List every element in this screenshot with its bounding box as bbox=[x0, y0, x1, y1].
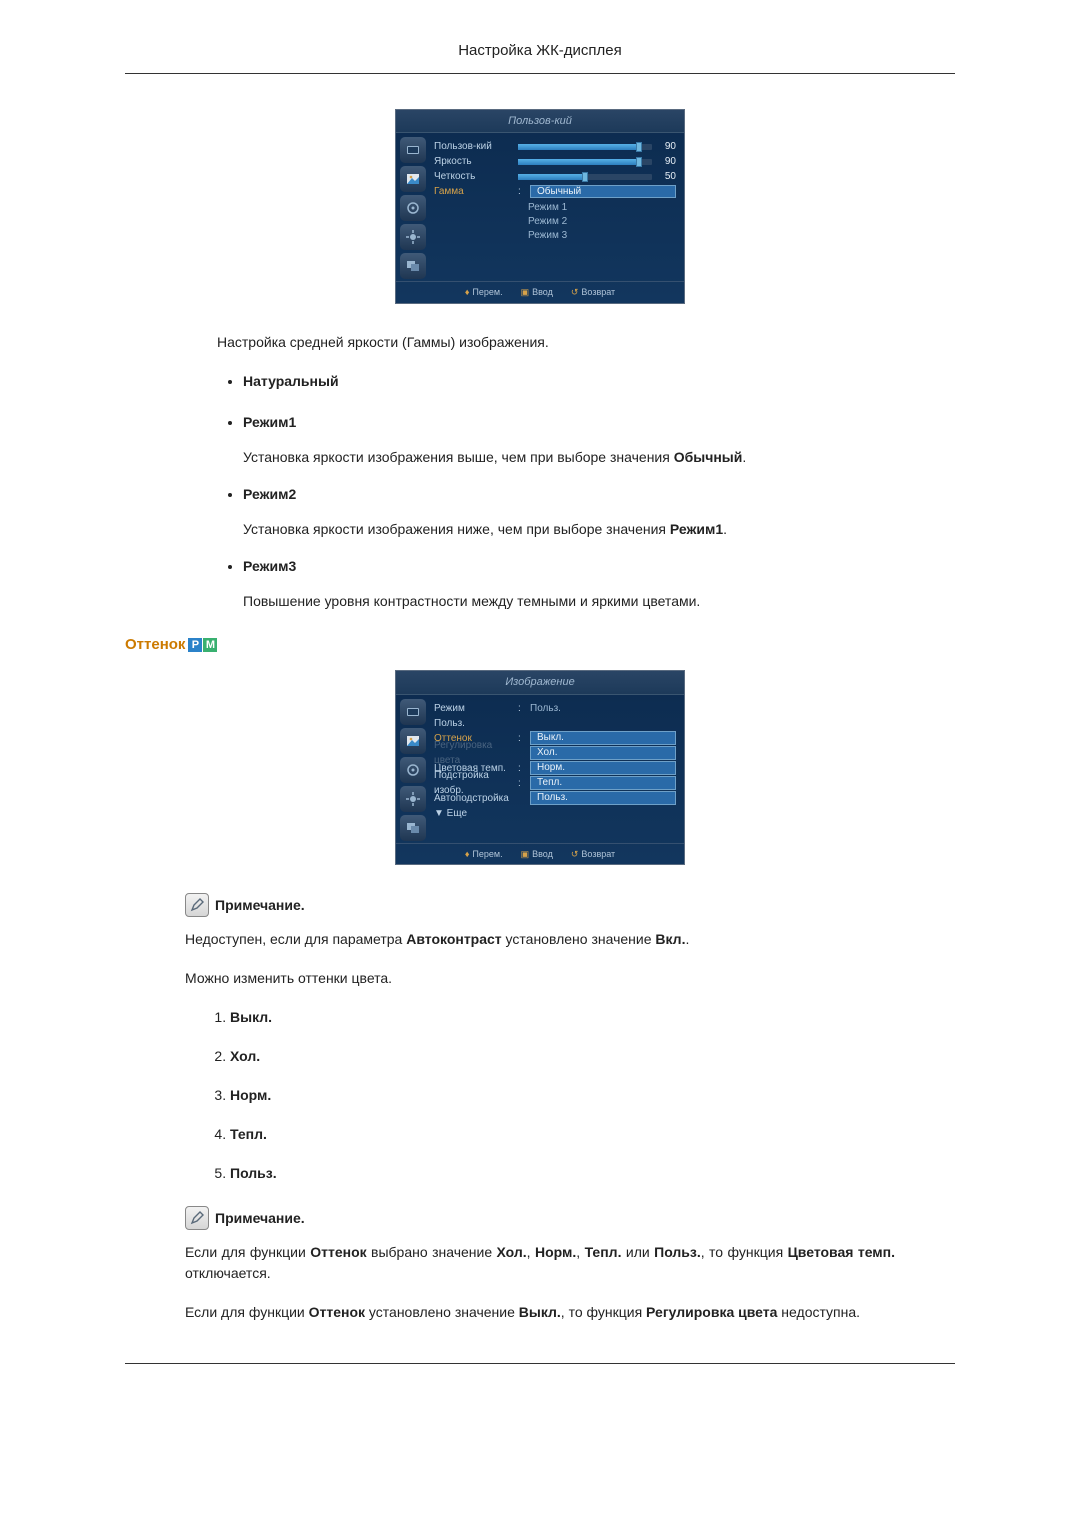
input-icon bbox=[400, 137, 426, 163]
note-1: Примечание. bbox=[185, 893, 955, 917]
footer-rule bbox=[125, 1363, 955, 1364]
setup-icon bbox=[400, 786, 426, 812]
list-item: Польз. bbox=[230, 1163, 955, 1184]
sound-icon bbox=[400, 195, 426, 221]
osd1-row-gamma: Гамма : Обычный bbox=[434, 184, 676, 199]
section-tint-heading: Оттенок P M bbox=[125, 634, 955, 657]
osd2-row-more: ▼ Еще bbox=[434, 806, 676, 821]
osd1-gamma-options: Режим 1 Режим 2 Режим 3 bbox=[522, 200, 676, 242]
page-title: Настройка ЖК-дисплея bbox=[125, 40, 955, 74]
bullet-mode1: Режим1 Установка яркости изображения выш… bbox=[243, 412, 955, 468]
multi-icon bbox=[400, 815, 426, 841]
osd2-row-mode: Режим : Польз. bbox=[434, 701, 676, 716]
multi-icon bbox=[400, 253, 426, 279]
bullet-mode3: Режим3 Повышение уровня контрастности ме… bbox=[243, 556, 955, 612]
osd1-row-sharpness: Четкость 50 bbox=[434, 169, 676, 184]
osd2-row-custom: Польз. bbox=[434, 716, 676, 731]
list-item: Норм. bbox=[230, 1085, 955, 1106]
tint-options-list: Выкл. Хол. Норм. Тепл. Польз. bbox=[210, 1007, 955, 1184]
list-item: Выкл. bbox=[230, 1007, 955, 1028]
list-item: Хол. bbox=[230, 1046, 955, 1067]
osd2-sidebar-icons bbox=[396, 695, 430, 843]
m-badge-icon: M bbox=[203, 638, 217, 652]
osd2-header: Изображение bbox=[396, 671, 684, 695]
note1-text: Недоступен, если для параметра Автоконтр… bbox=[185, 929, 895, 950]
picture-icon bbox=[400, 166, 426, 192]
osd2-footer: ♦Перем. ▣Ввод ↺Возврат bbox=[396, 843, 684, 865]
input-icon bbox=[400, 699, 426, 725]
setup-icon bbox=[400, 224, 426, 250]
osd1-header: Пользов-кий bbox=[396, 110, 684, 134]
sound-icon bbox=[400, 757, 426, 783]
note-2: Примечание. bbox=[185, 1206, 955, 1230]
gamma-intro-text: Настройка средней яркости (Гаммы) изобра… bbox=[217, 332, 955, 353]
note2-p2: Если для функции Оттенок установлено зна… bbox=[185, 1302, 895, 1323]
list-item: Тепл. bbox=[230, 1124, 955, 1145]
note-icon bbox=[185, 893, 209, 917]
osd1-row-custom: Пользов-кий 90 bbox=[434, 139, 676, 154]
p-badge-icon: P bbox=[188, 638, 202, 652]
osd-image-screenshot: Изображение Режим : Польз. Польз. Оттено… bbox=[395, 670, 685, 865]
pm-badges: P M bbox=[188, 638, 217, 652]
osd2-row-autoadj: Автоподстройка Польз. bbox=[434, 791, 676, 806]
note-icon bbox=[185, 1206, 209, 1230]
osd1-row-brightness: Яркость 90 bbox=[434, 154, 676, 169]
bullet-mode2: Режим2 Установка яркости изображения ниж… bbox=[243, 484, 955, 540]
osd1-sidebar-icons bbox=[396, 133, 430, 281]
tint-desc: Можно изменить оттенки цвета. bbox=[185, 968, 895, 989]
osd1-footer: ♦Перем. ▣Ввод ↺Возврат bbox=[396, 281, 684, 303]
osd-custom-screenshot: Пользов-кий Пользов-кий 90 Яркость 90 Че… bbox=[395, 109, 685, 304]
picture-icon bbox=[400, 728, 426, 754]
osd2-row-coloradj: Регулировка цвета Хол. bbox=[434, 746, 676, 761]
bullet-natural: Натуральный bbox=[243, 371, 955, 392]
osd2-row-imageadj: Подстройка изобр. : Тепл. bbox=[434, 776, 676, 791]
note2-p1: Если для функции Оттенок выбрано значени… bbox=[185, 1242, 895, 1284]
